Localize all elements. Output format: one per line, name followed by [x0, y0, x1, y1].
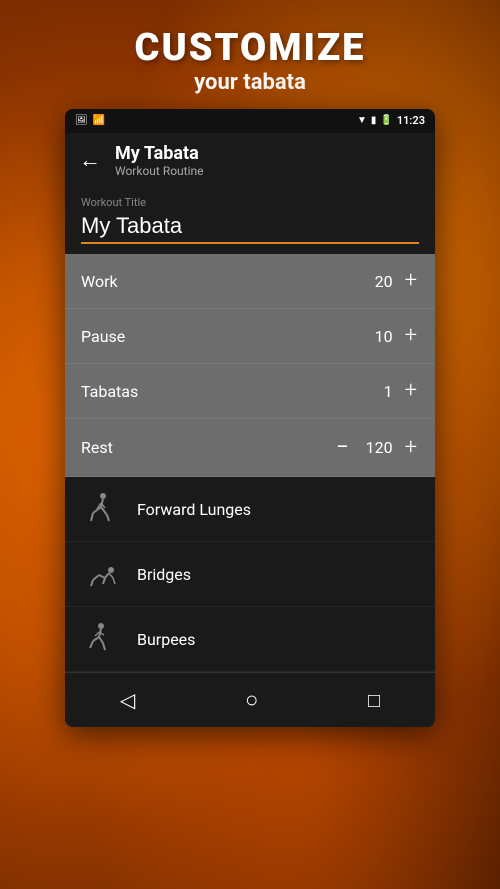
exercise-name-bridges: Bridges — [137, 565, 191, 584]
setting-plus-work[interactable]: + — [403, 270, 419, 292]
exercise-icon-bridges — [81, 554, 121, 594]
setting-label-pause: Pause — [81, 327, 125, 346]
setting-label-tabatas: Tabatas — [81, 382, 138, 401]
nav-recent-button[interactable]: □ — [348, 684, 400, 717]
signal-icon: ▮ — [371, 115, 377, 126]
setting-value-pause: 10 — [363, 327, 393, 346]
exercise-row-bridges[interactable]: Bridges — [65, 542, 435, 607]
battery-icon: 🔋 — [380, 115, 392, 126]
setting-plus-pause[interactable]: + — [403, 325, 419, 347]
workout-title-input[interactable] — [81, 213, 419, 244]
wifi-icon: ▼ — [357, 115, 367, 126]
setting-plus-rest[interactable]: + — [403, 437, 419, 459]
setting-value-rest: 120 — [363, 438, 393, 457]
exercise-icon-forward-lunges — [81, 489, 121, 529]
setting-controls-tabatas: 1 + — [363, 380, 419, 402]
status-bar-right: ▼ ▮ 🔋 11:23 — [357, 114, 425, 127]
exercises-section: Forward Lunges Bridges — [65, 477, 435, 672]
sim-icon: 📶 — [93, 115, 105, 126]
status-bar: 🖼 📶 ▼ ▮ 🔋 11:23 — [65, 109, 435, 133]
exercise-row-forward-lunges[interactable]: Forward Lunges — [65, 477, 435, 542]
exercise-icon-burpees — [81, 619, 121, 659]
setting-minus-rest[interactable]: − — [336, 435, 349, 460]
app-bar-title: My Tabata — [115, 143, 204, 165]
status-bar-left: 🖼 📶 — [75, 115, 105, 126]
setting-row-rest: Rest − 120 + — [65, 419, 435, 477]
app-bar: ← My Tabata Workout Routine — [65, 133, 435, 189]
nav-bar: ◁ ○ □ — [65, 672, 435, 727]
exercise-name-forward-lunges: Forward Lunges — [137, 500, 251, 519]
nav-back-button[interactable]: ◁ — [100, 684, 155, 716]
setting-controls-rest: − 120 + — [336, 435, 419, 460]
nav-home-button[interactable]: ○ — [225, 683, 278, 717]
app-bar-subtitle: Workout Routine — [115, 164, 204, 178]
header-section: CUSTOMIZE your tabata — [0, 0, 500, 109]
setting-row-tabatas: Tabatas 1 + — [65, 364, 435, 419]
settings-section: Work 20 + Pause 10 + Tabatas 1 + Rest − — [65, 254, 435, 477]
exercise-name-burpees: Burpees — [137, 630, 195, 649]
status-time: 11:23 — [397, 114, 425, 127]
setting-row-pause: Pause 10 + — [65, 309, 435, 364]
setting-plus-tabatas[interactable]: + — [403, 380, 419, 402]
workout-title-label: Workout Title — [81, 196, 419, 209]
back-button[interactable]: ← — [79, 150, 101, 172]
setting-label-work: Work — [81, 272, 118, 291]
setting-row-work: Work 20 + — [65, 254, 435, 309]
customize-title: CUSTOMIZE — [0, 28, 500, 70]
phone-frame: 🖼 📶 ▼ ▮ 🔋 11:23 ← My Tabata Workout Rout… — [65, 109, 435, 728]
title-section: Workout Title — [65, 188, 435, 254]
setting-value-work: 20 — [363, 272, 393, 291]
setting-controls-pause: 10 + — [363, 325, 419, 347]
setting-label-rest: Rest — [81, 438, 113, 457]
exercise-row-burpees[interactable]: Burpees — [65, 607, 435, 672]
setting-value-tabatas: 1 — [363, 382, 393, 401]
setting-controls-work: 20 + — [363, 270, 419, 292]
app-bar-titles: My Tabata Workout Routine — [115, 143, 204, 179]
image-icon: 🖼 — [75, 115, 88, 126]
customize-subtitle: your tabata — [0, 70, 500, 95]
